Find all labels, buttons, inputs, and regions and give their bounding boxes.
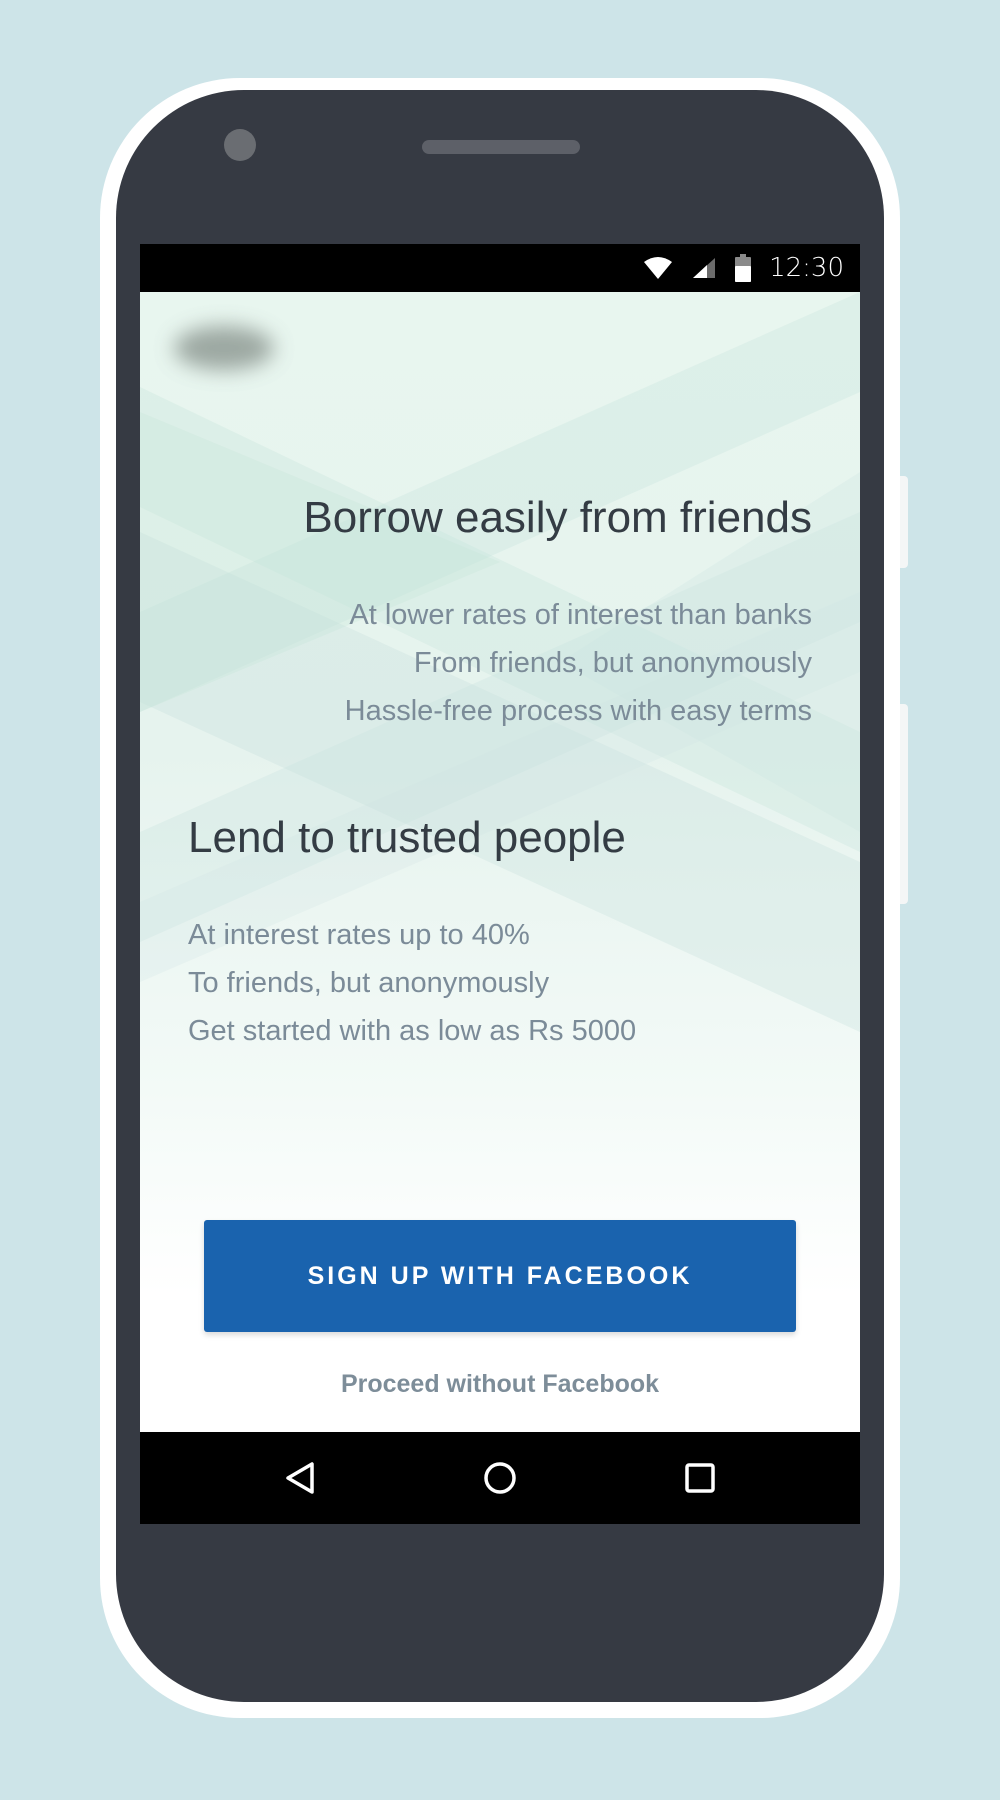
wifi-icon (644, 257, 673, 279)
home-icon (484, 1462, 516, 1494)
lend-benefit: To friends, but anonymously (188, 966, 550, 999)
proceed-without-facebook-link[interactable]: Proceed without Facebook (140, 1370, 860, 1399)
status-time: 12:30 (769, 253, 844, 283)
app-logo (174, 326, 274, 370)
front-camera-icon (224, 129, 256, 161)
onboarding-content: Borrow easily from friends At lower rate… (140, 292, 860, 1432)
phone-power-button (900, 476, 908, 568)
facebook-signup-button[interactable]: SIGN UP WITH FACEBOOK (204, 1220, 796, 1332)
navigation-bar (140, 1432, 860, 1524)
lend-benefit: Get started with as low as Rs 5000 (188, 1014, 637, 1047)
back-button[interactable] (276, 1454, 324, 1502)
recent-apps-button[interactable] (676, 1454, 724, 1502)
battery-icon (735, 254, 752, 282)
lend-title: Lend to trusted people (188, 813, 626, 862)
borrow-benefit: At lower rates of interest than banks (349, 598, 812, 631)
phone-volume-button (900, 704, 908, 904)
lend-benefit: At interest rates up to 40% (188, 918, 530, 951)
borrow-benefit: Hassle-free process with easy terms (344, 694, 812, 727)
earpiece-speaker (422, 140, 580, 154)
status-bar: 12:30 (140, 244, 860, 292)
back-icon (286, 1462, 314, 1494)
home-button[interactable] (476, 1454, 524, 1502)
signal-icon (693, 258, 716, 278)
phone-screen: 12:30 Borrow easily from friends At lowe… (140, 244, 860, 1524)
borrow-section: Borrow easily from friends At lower rate… (188, 492, 812, 735)
recent-apps-icon (685, 1463, 715, 1493)
lend-section: Lend to trusted people At interest rates… (188, 812, 812, 1055)
borrow-benefit: From friends, but anonymously (413, 646, 812, 679)
borrow-title: Borrow easily from friends (303, 493, 812, 542)
status-icons: 12:30 (643, 244, 844, 292)
